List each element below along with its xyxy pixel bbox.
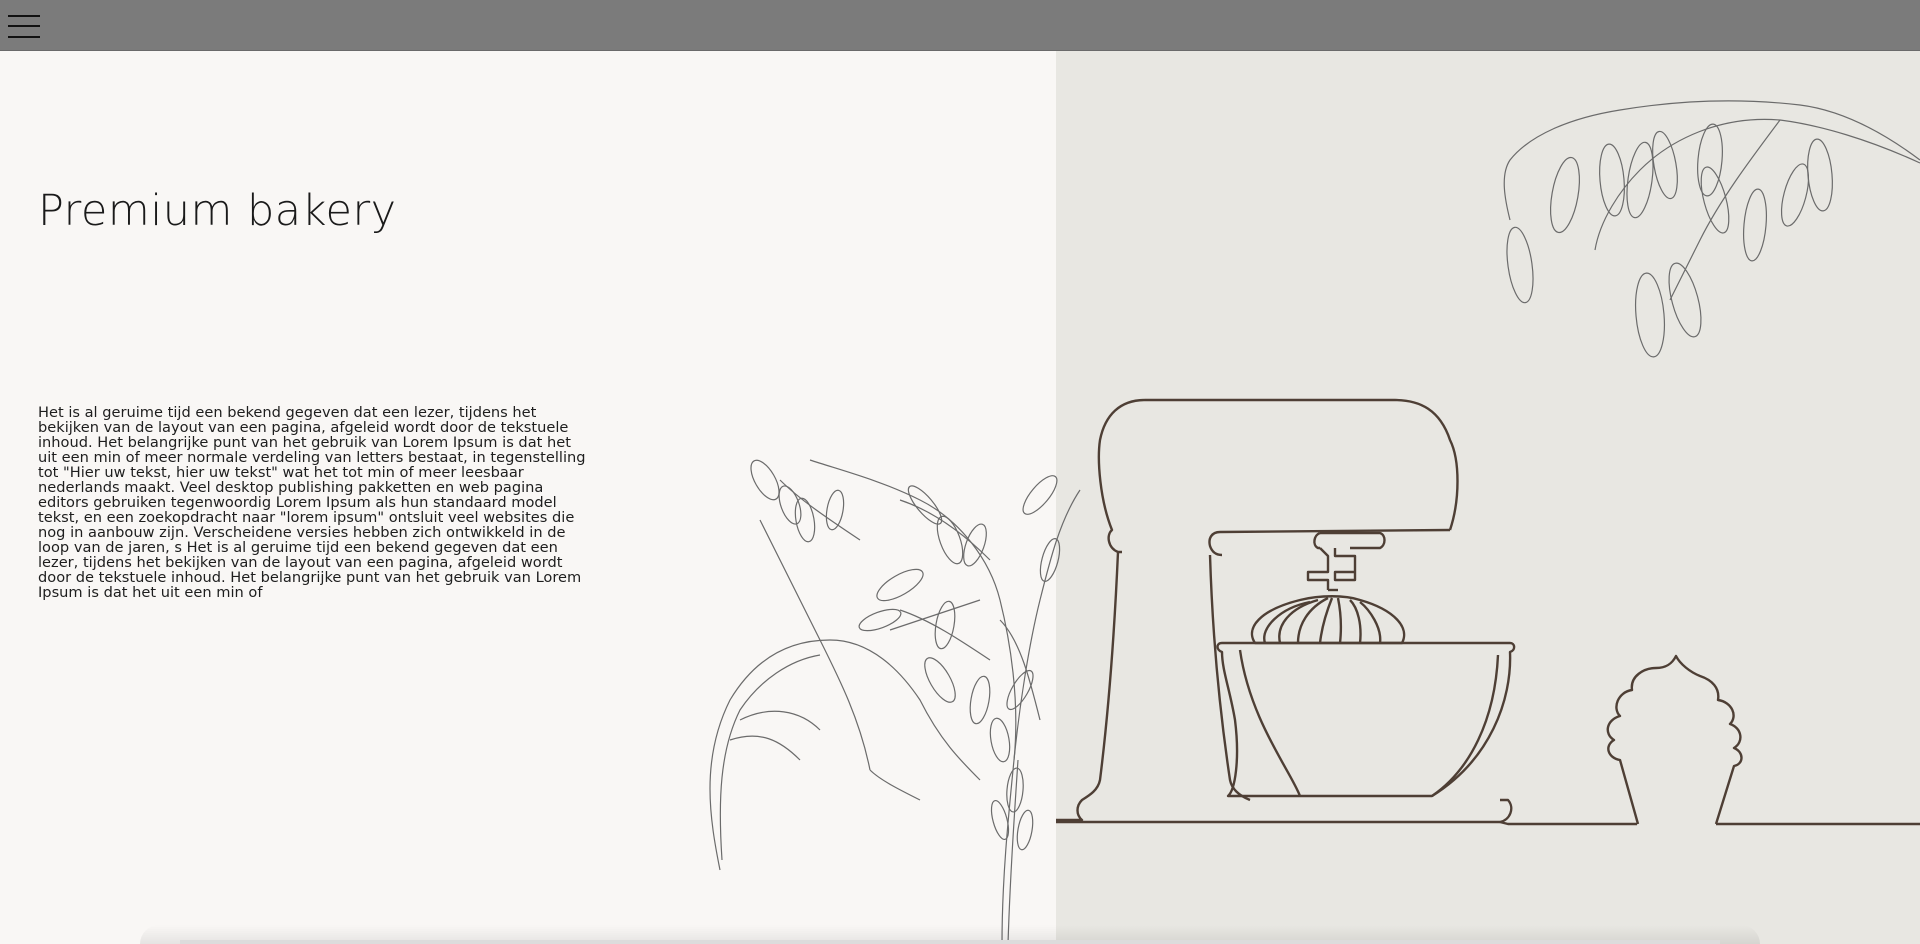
top-navigation-bar: [0, 0, 1920, 51]
page-title: Premium bakery: [38, 186, 397, 236]
hamburger-menu-icon[interactable]: [8, 14, 40, 38]
hero-description: Het is al geruime tijd een bekend gegeve…: [38, 404, 586, 601]
oat-branch-illustration: [1503, 100, 1920, 358]
cupcake-illustration: [1606, 654, 1920, 826]
oat-plant-illustration: [709, 459, 1081, 944]
stand-mixer-illustration: [1056, 398, 1637, 826]
bottom-card-edge: [180, 940, 1720, 944]
